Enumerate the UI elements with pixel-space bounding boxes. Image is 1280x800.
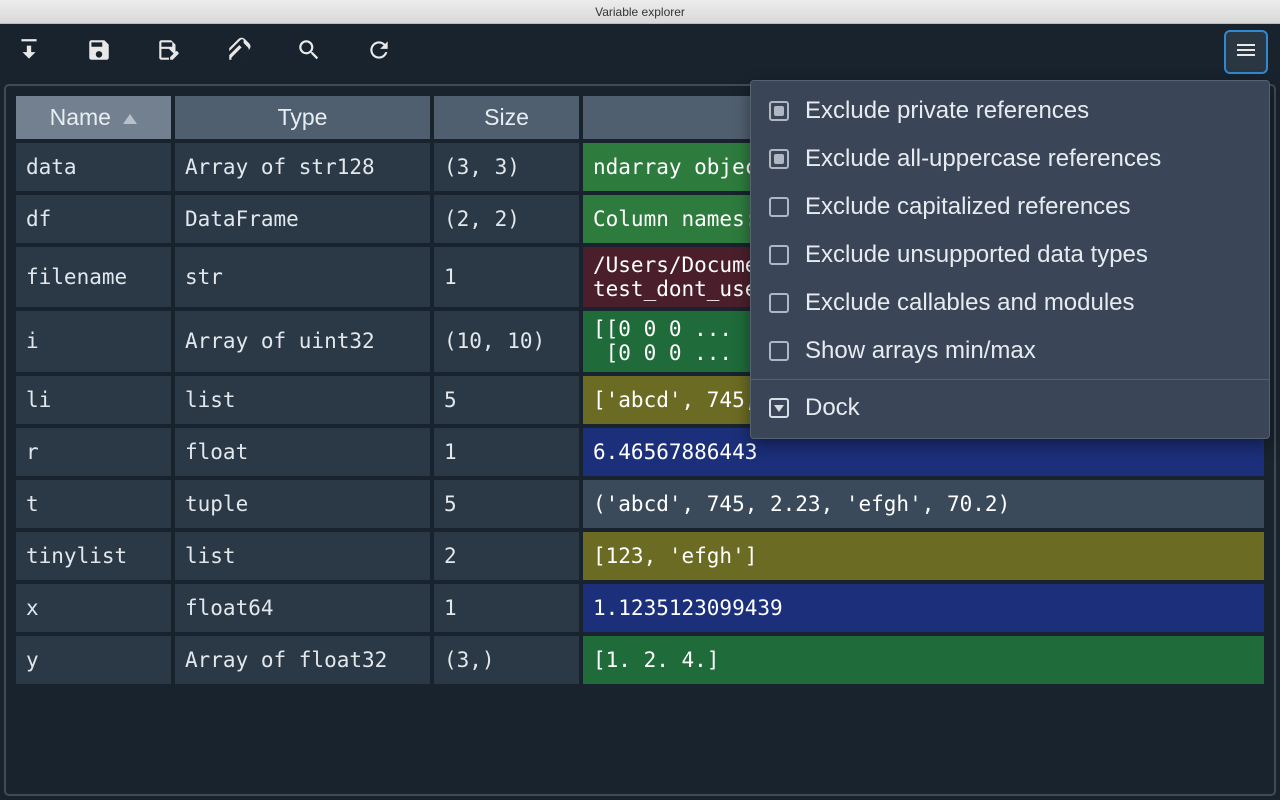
refresh-button[interactable] [362,35,396,69]
cell-value[interactable]: ('abcd', 745, 2.23, 'efgh', 70.2) [583,480,1264,528]
save-button[interactable] [82,35,116,69]
cell-name[interactable]: tinylist [16,532,171,580]
cell-name[interactable]: x [16,584,171,632]
cell-size[interactable]: (2, 2) [434,195,579,243]
cell-type[interactable]: list [175,376,430,424]
cell-name[interactable]: y [16,636,171,684]
cell-name[interactable]: r [16,428,171,476]
menu-item-dock[interactable]: Dock [751,384,1269,432]
cell-value[interactable]: [1. 2. 4.] [583,636,1264,684]
cell-size[interactable]: 1 [434,584,579,632]
menu-item-label: Exclude capitalized references [805,193,1131,221]
cell-type[interactable]: float64 [175,584,430,632]
menu-item-label: Exclude all-uppercase references [805,145,1161,173]
import-icon [16,37,42,68]
cell-type[interactable]: DataFrame [175,195,430,243]
menu-item[interactable]: Exclude unsupported data types [751,231,1269,279]
cell-size[interactable]: (10, 10) [434,311,579,371]
menu-item[interactable]: Exclude all-uppercase references [751,135,1269,183]
cell-size[interactable]: 5 [434,480,579,528]
checkbox-icon [769,101,789,121]
search-button[interactable] [292,35,326,69]
window-title: Variable explorer [595,5,685,19]
menu-item[interactable]: Exclude callables and modules [751,279,1269,327]
cell-type[interactable]: Array of uint32 [175,311,430,371]
eraser-icon [226,37,252,68]
column-header-name[interactable]: Name [16,96,171,139]
cell-value[interactable]: 1.1235123099439 [583,584,1264,632]
cell-size[interactable]: 5 [434,376,579,424]
save-icon [86,37,112,68]
menu-item[interactable]: Show arrays min/max [751,327,1269,375]
cell-type[interactable]: Array of str128 [175,143,430,191]
checkbox-icon [769,245,789,265]
cell-name[interactable]: filename [16,247,171,307]
sort-asc-icon [123,114,137,124]
table-row[interactable]: yArray of float32(3,)[1. 2. 4.] [16,636,1264,684]
erase-button[interactable] [222,35,256,69]
cell-type[interactable]: tuple [175,480,430,528]
options-menu: Exclude private references Exclude all-up… [750,80,1270,439]
menu-item-label: Exclude unsupported data types [805,241,1148,269]
menu-item-label: Show arrays min/max [805,337,1036,365]
options-menu-button[interactable] [1224,30,1268,74]
menu-separator [751,379,1269,380]
cell-size[interactable]: (3,) [434,636,579,684]
menu-item[interactable]: Exclude private references [751,87,1269,135]
window-titlebar: Variable explorer [0,0,1280,24]
dock-icon [769,398,789,418]
menu-item-label: Dock [805,394,860,422]
cell-name[interactable]: i [16,311,171,371]
search-icon [296,37,322,68]
cell-type[interactable]: float [175,428,430,476]
cell-name[interactable]: li [16,376,171,424]
menu-item[interactable]: Exclude capitalized references [751,183,1269,231]
checkbox-icon [769,341,789,361]
menu-item-label: Exclude callables and modules [805,289,1135,317]
checkbox-icon [769,149,789,169]
table-row[interactable]: ttuple5('abcd', 745, 2.23, 'efgh', 70.2) [16,480,1264,528]
menu-item-label: Exclude private references [805,97,1089,125]
refresh-icon [366,37,392,68]
table-row[interactable]: tinylistlist2[123, 'efgh'] [16,532,1264,580]
cell-value[interactable]: [123, 'efgh'] [583,532,1264,580]
hamburger-icon [1234,38,1258,67]
cell-name[interactable]: df [16,195,171,243]
column-header-type[interactable]: Type [175,96,430,139]
toolbar [0,24,1280,80]
cell-type[interactable]: list [175,532,430,580]
cell-size[interactable]: 2 [434,532,579,580]
checkbox-icon [769,197,789,217]
cell-type[interactable]: Array of float32 [175,636,430,684]
checkbox-icon [769,293,789,313]
column-header-size[interactable]: Size [434,96,579,139]
cell-size[interactable]: 1 [434,428,579,476]
cell-size[interactable]: (3, 3) [434,143,579,191]
cell-name[interactable]: data [16,143,171,191]
cell-size[interactable]: 1 [434,247,579,307]
cell-type[interactable]: str [175,247,430,307]
cell-name[interactable]: t [16,480,171,528]
import-button[interactable] [12,35,46,69]
save-as-button[interactable] [152,35,186,69]
table-row[interactable]: xfloat6411.1235123099439 [16,584,1264,632]
save-as-icon [156,37,182,68]
